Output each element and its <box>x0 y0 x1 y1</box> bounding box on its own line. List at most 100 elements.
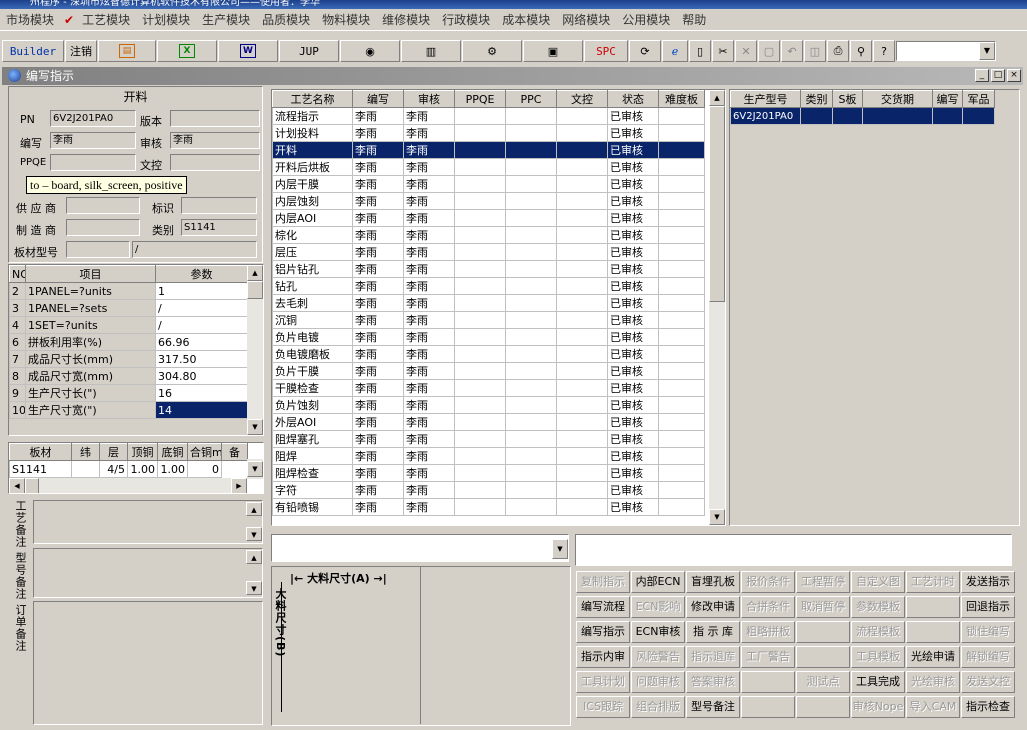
table-cell[interactable] <box>454 481 506 499</box>
table-cell[interactable] <box>505 158 557 176</box>
table-cell[interactable]: 钻孔 <box>272 277 353 295</box>
action-button[interactable]: 问题审核 <box>631 671 685 693</box>
table-cell[interactable]: 流程指示 <box>272 107 353 125</box>
table-row[interactable]: 钻孔 李雨 李雨 已审核 <box>272 277 705 295</box>
table-cell[interactable]: 已审核 <box>607 107 659 125</box>
table-cell[interactable] <box>454 413 506 431</box>
table-cell[interactable]: 李雨 <box>403 328 455 346</box>
table-cell[interactable] <box>556 464 608 482</box>
table-row[interactable]: 棕化 李雨 李雨 已审核 <box>272 226 705 244</box>
column-header[interactable]: 备 <box>221 443 248 461</box>
table-cell[interactable]: 李雨 <box>403 226 455 244</box>
table-cell[interactable]: 已审核 <box>607 328 659 346</box>
table-cell[interactable]: 阻焊 <box>272 447 353 465</box>
action-button[interactable]: 盲埋孔板 <box>686 571 740 593</box>
supplier-field[interactable] <box>66 197 140 214</box>
column-header[interactable]: 难度板 <box>658 90 705 108</box>
params-scrollbar[interactable]: ▲ ▼ <box>247 265 263 435</box>
action-button[interactable]: 内部ECN <box>631 571 685 593</box>
table-cell[interactable]: 已审核 <box>607 362 659 380</box>
scroll-down-icon[interactable]: ▼ <box>709 509 725 525</box>
table-cell[interactable]: 阻焊塞孔 <box>272 430 353 448</box>
table-row[interactable]: 负片蚀刻 李雨 李雨 已审核 <box>272 396 705 414</box>
find-icon[interactable]: ⚲ <box>850 40 872 62</box>
column-header[interactable]: 合铜mm <box>187 443 222 461</box>
doc-field[interactable] <box>170 154 260 171</box>
table-cell[interactable] <box>658 124 705 142</box>
table-cell[interactable] <box>658 328 705 346</box>
table-cell[interactable]: 已审核 <box>607 209 659 227</box>
column-header[interactable]: 生产型号 <box>730 90 801 108</box>
table-cell[interactable]: 已审核 <box>607 464 659 482</box>
table-cell[interactable]: 李雨 <box>403 481 455 499</box>
table-cell[interactable] <box>505 379 557 397</box>
table-cell[interactable] <box>658 294 705 312</box>
table-row[interactable]: 4 1SET=?units / <box>9 316 248 334</box>
table-row[interactable]: 3 1PANEL=?sets / <box>9 299 248 317</box>
table-cell[interactable] <box>505 396 557 414</box>
menu-item[interactable]: 帮助 <box>676 11 712 28</box>
table-cell[interactable]: 李雨 <box>403 396 455 414</box>
table-cell[interactable] <box>658 447 705 465</box>
table-cell[interactable] <box>454 158 506 176</box>
action-button[interactable]: 自定义图 <box>851 571 905 593</box>
action-button[interactable]: 流程模板 <box>851 621 905 643</box>
table-cell[interactable]: 已审核 <box>607 413 659 431</box>
table-cell[interactable]: 李雨 <box>352 481 404 499</box>
action-button[interactable]: 报价条件 <box>741 571 795 593</box>
table-cell[interactable]: 有铅喷锡 <box>272 498 353 516</box>
table-cell[interactable]: 内层干膜 <box>272 175 353 193</box>
table-row[interactable]: 7 成品尺寸长(mm) 317.50 <box>9 350 248 368</box>
menu-item[interactable]: 成本模块 <box>496 11 556 28</box>
table-row[interactable]: 流程指示 李雨 李雨 已审核 <box>272 107 705 125</box>
table-cell[interactable] <box>658 498 705 516</box>
table-row[interactable]: 开料后烘板 李雨 李雨 已审核 <box>272 158 705 176</box>
table-cell[interactable] <box>505 260 557 278</box>
table-cell[interactable]: 1.00 <box>127 460 158 478</box>
table-cell[interactable]: 4 <box>9 316 26 334</box>
table-cell[interactable]: 生产尺寸长(") <box>25 384 156 402</box>
table-cell[interactable] <box>658 362 705 380</box>
table-cell[interactable]: 1 <box>155 282 248 300</box>
table-row[interactable]: 8 成品尺寸宽(mm) 304.80 <box>9 367 248 385</box>
jup-button[interactable]: JUP <box>279 40 339 62</box>
table-cell[interactable] <box>454 362 506 380</box>
table-cell[interactable]: 李雨 <box>403 379 455 397</box>
table-cell[interactable] <box>556 447 608 465</box>
action-button[interactable]: 测试点 <box>796 671 850 693</box>
material-hscroll[interactable]: ◀ ▶ <box>9 478 247 493</box>
action-button[interactable]: ICS跟踪 <box>576 696 630 718</box>
table-cell[interactable]: 7 <box>9 350 26 368</box>
table-cell[interactable]: S1141 <box>9 460 72 478</box>
model-field[interactable] <box>66 241 130 258</box>
column-header[interactable]: 顶铜 <box>127 443 158 461</box>
table-cell[interactable]: 已审核 <box>607 260 659 278</box>
print-icon[interactable]: ⎙ <box>827 40 849 62</box>
table-cell[interactable] <box>505 192 557 210</box>
column-header[interactable]: 类别 <box>800 90 833 108</box>
action-button[interactable]: 合拼条件 <box>741 596 795 618</box>
review-field[interactable]: 李雨 <box>170 132 260 149</box>
table-cell[interactable] <box>556 481 608 499</box>
table-cell[interactable] <box>556 175 608 193</box>
action-button[interactable]: 发送指示 <box>961 571 1015 593</box>
table-cell[interactable]: 李雨 <box>352 124 404 142</box>
table-cell[interactable] <box>932 107 963 125</box>
column-header[interactable]: 文控 <box>556 90 608 108</box>
scroll-left-icon[interactable]: ◀ <box>9 478 25 493</box>
action-button[interactable]: 编写流程 <box>576 596 630 618</box>
table-cell[interactable] <box>454 141 506 159</box>
table-cell[interactable] <box>556 226 608 244</box>
action-button[interactable]: 答案审核 <box>686 671 740 693</box>
table-cell[interactable]: 已审核 <box>607 243 659 261</box>
table-cell[interactable] <box>454 124 506 142</box>
column-header[interactable]: S板 <box>832 90 863 108</box>
scroll-down-icon[interactable]: ▼ <box>246 581 262 595</box>
table-row[interactable]: 内层蚀刻 李雨 李雨 已审核 <box>272 192 705 210</box>
table-cell[interactable]: 1SET=?units <box>25 316 156 334</box>
table-cell[interactable]: 李雨 <box>403 175 455 193</box>
table-cell[interactable]: 李雨 <box>352 464 404 482</box>
table-cell[interactable]: 66.96 <box>155 333 248 351</box>
table-cell[interactable]: 去毛刺 <box>272 294 353 312</box>
action-button[interactable] <box>741 671 795 693</box>
